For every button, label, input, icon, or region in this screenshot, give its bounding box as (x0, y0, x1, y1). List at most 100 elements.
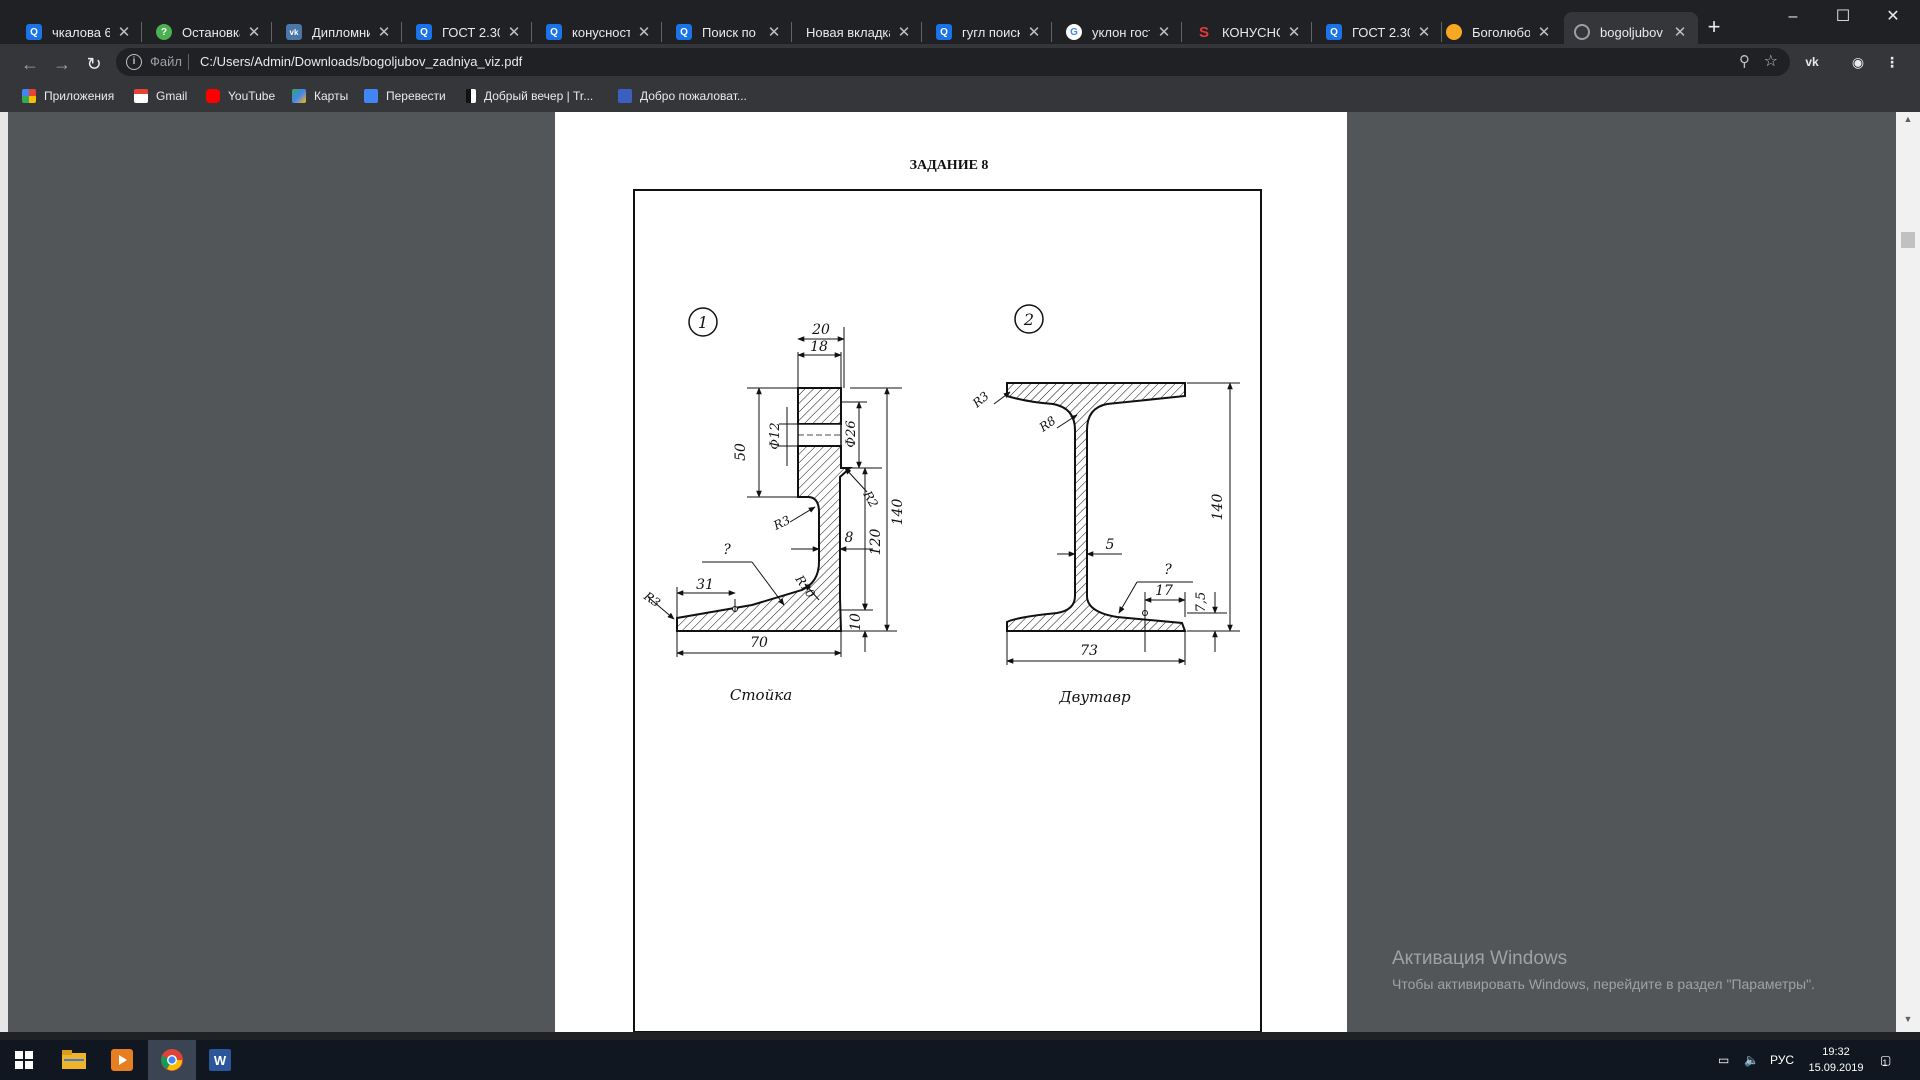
close-window-button[interactable]: ✕ (1870, 4, 1916, 32)
bookmark-label: Добрый вечер | Tr... (484, 89, 594, 103)
scrollbar-thumb[interactable] (1901, 232, 1915, 248)
maximize-button[interactable]: ☐ (1820, 4, 1866, 32)
vk-extension-icon[interactable]: vk (1800, 50, 1824, 74)
scroll-down-arrow-icon[interactable]: ▼ (1896, 1014, 1920, 1030)
close-icon[interactable]: ✕ (1286, 23, 1302, 41)
reload-button[interactable]: ↻ (80, 50, 108, 78)
close-icon[interactable]: ✕ (246, 23, 262, 41)
menu-icon[interactable]: ⋮ (1880, 50, 1904, 74)
bookmark-label: Добро пожаловат... (640, 89, 747, 103)
vertical-scrollbar[interactable]: ▲ ▼ (1896, 112, 1920, 1032)
watermark-subtitle: Чтобы активировать Windows, перейдите в … (1392, 976, 1815, 992)
stoyka-web-foot (676, 445, 853, 632)
chrome-button[interactable] (148, 1040, 196, 1080)
close-icon[interactable]: ✕ (1416, 23, 1432, 41)
svg-text:W: W (214, 1053, 227, 1068)
dim-31: 31 (696, 577, 714, 593)
dim-phi12: Φ12 (768, 422, 783, 449)
weather-icon (1446, 24, 1462, 40)
bookmark-trello-2[interactable]: Добро пожаловат... (618, 86, 747, 106)
dim-r3: R3 (770, 513, 792, 533)
trello-icon (618, 89, 632, 103)
dim-5: 5 (1106, 537, 1115, 553)
bookmark-label: Карты (314, 89, 349, 103)
new-tab-button[interactable]: + (1700, 14, 1728, 42)
part1-stoyka: 1 20 18 50 Φ12 Φ26 R2 R3 8 140 120 ? R10… (640, 307, 906, 704)
scroll-up-arrow-icon[interactable]: ▲ (1896, 114, 1920, 130)
close-icon[interactable]: ✕ (506, 23, 522, 41)
part-number: 1 (698, 313, 708, 332)
youtube-icon (206, 89, 220, 103)
clock[interactable]: 19:32 15.09.2019 (1806, 1044, 1866, 1076)
info-icon[interactable]: i (126, 54, 142, 70)
yandex-search-icon: Q (676, 24, 692, 40)
volume-icon[interactable]: 🔈 (1744, 1040, 1759, 1080)
dim-73: 73 (1080, 643, 1098, 659)
clock-time: 19:32 (1822, 1046, 1850, 1058)
close-icon[interactable]: ✕ (116, 23, 132, 41)
close-icon[interactable]: ✕ (896, 23, 912, 41)
tab-title: ГОСТ 2.307- (442, 24, 500, 40)
trello-icon (466, 89, 476, 103)
network-icon[interactable]: ▭ (1718, 1040, 1729, 1080)
dim-18: 18 (810, 339, 828, 355)
bookmark-gmail[interactable]: Gmail (134, 86, 187, 106)
zoom-icon[interactable]: ⚲ (1739, 52, 1750, 70)
close-icon[interactable]: ✕ (1156, 23, 1172, 41)
start-button[interactable] (0, 1040, 48, 1080)
gmail-icon (134, 89, 148, 103)
s-logo-icon: S (1198, 23, 1209, 41)
yandex-search-icon: Q (26, 24, 42, 40)
url-text[interactable]: C:/Users/Admin/Downloads/bogoljubov_zadn… (200, 54, 522, 69)
minimize-button[interactable]: – (1770, 4, 1816, 32)
tab-title: Дипломник (312, 24, 370, 40)
dim-140: 140 (890, 499, 906, 526)
bookmark-apps[interactable]: Приложения (22, 86, 114, 106)
forward-button[interactable]: → (48, 50, 76, 78)
dim-140: 140 (1210, 494, 1226, 521)
media-player-button[interactable] (98, 1040, 146, 1080)
bookmark-label: Gmail (156, 89, 188, 103)
tab-title: КОНУСНОС (1222, 24, 1280, 40)
close-icon[interactable]: ✕ (766, 23, 782, 41)
profile-icon[interactable]: ◉ (1846, 50, 1870, 74)
notifications-button[interactable]: ▢ 1 (1880, 1040, 1891, 1080)
taskbar: W ▭ 🔈 РУС 19:32 15.09.2019 ▢ 1 (0, 1040, 1920, 1080)
close-icon[interactable]: ✕ (636, 23, 652, 41)
tab-title: Остановка (182, 24, 240, 40)
yandex-search-icon: Q (1326, 24, 1342, 40)
left-edge (0, 112, 8, 1032)
close-icon[interactable]: ✕ (1672, 23, 1688, 41)
back-button[interactable]: ← (16, 50, 44, 78)
language-indicator[interactable]: РУС (1770, 1040, 1794, 1080)
bookmark-translate[interactable]: Перевести (364, 86, 446, 106)
technical-drawing: ЗАДАНИЕ 8 1 20 18 50 Φ12 Φ26 R2 R3 8 140… (633, 158, 1262, 1032)
bookmark-star-icon[interactable]: ☆ (1764, 51, 1778, 71)
close-icon[interactable]: ✕ (376, 23, 392, 41)
dim-70: 70 (750, 635, 768, 651)
tab-title: bogoljubov (1600, 24, 1663, 40)
address-bar[interactable]: i Файл C:/Users/Admin/Downloads/bogoljub… (116, 48, 1790, 76)
green-circle-icon: ? (156, 24, 172, 40)
part-number: 2 (1023, 310, 1034, 329)
part1-caption: Стойка (730, 686, 792, 704)
dim-r3: R3 (969, 389, 992, 411)
file-explorer-button[interactable] (50, 1040, 98, 1080)
bookmark-maps[interactable]: Карты (292, 86, 348, 106)
dim-r2: R2 (860, 488, 881, 510)
notification-count: 1 (1882, 1058, 1888, 1068)
dim-r8-label: R8 (1036, 413, 1059, 435)
bookmark-youtube[interactable]: YouTube (206, 86, 275, 106)
word-icon: W (209, 1049, 231, 1071)
yandex-search-icon: Q (936, 24, 952, 40)
tab-title: ГОСТ 2.307 (1352, 24, 1410, 40)
windows-activation-watermark: Активация Windows Чтобы активировать Win… (1392, 948, 1815, 992)
close-icon[interactable]: ✕ (1536, 23, 1552, 41)
close-icon[interactable]: ✕ (1026, 23, 1042, 41)
bookmark-trello-1[interactable]: Добрый вечер | Tr... (466, 86, 593, 106)
word-button[interactable]: W (196, 1040, 244, 1080)
scheme-label: Файл (150, 54, 182, 69)
part2-dvutavr: 2 R3 5 R8 5 140 ? (969, 304, 1240, 706)
clock-date: 15.09.2019 (1808, 1062, 1864, 1074)
dim-question: ? (723, 542, 731, 558)
